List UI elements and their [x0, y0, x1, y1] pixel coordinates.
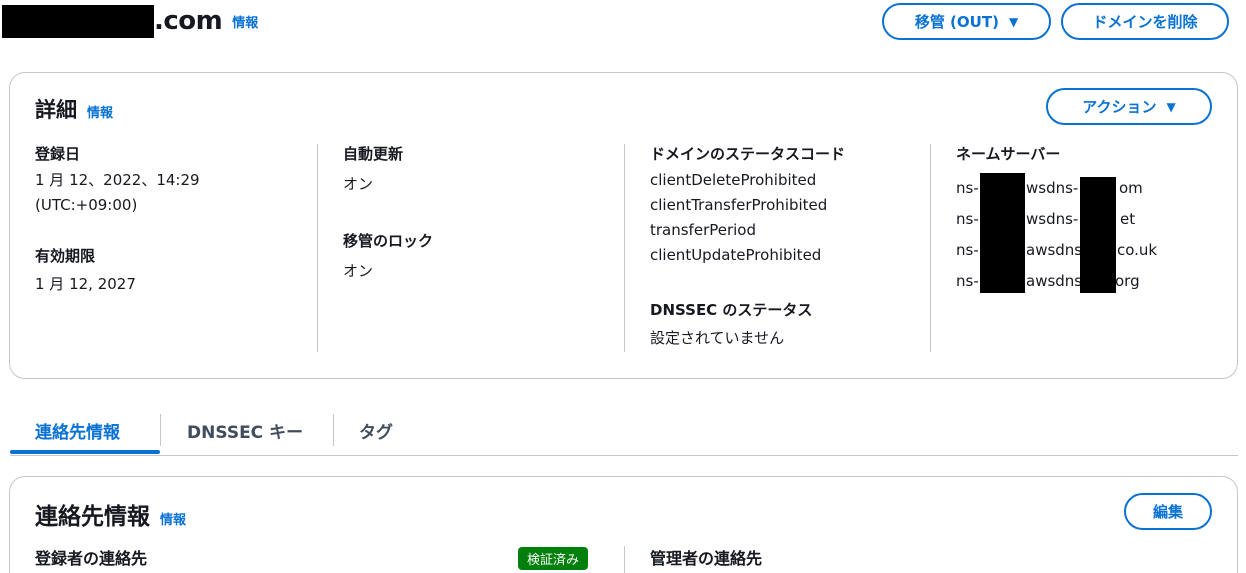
active-tab-indicator — [10, 450, 160, 454]
column-divider — [930, 144, 931, 352]
tab-contacts-label: 連絡先情報 — [35, 422, 120, 443]
name-servers-label: ネームサーバー — [956, 145, 1061, 163]
details-title-text: 詳細 — [35, 98, 77, 122]
auto-renew-label: 自動更新 — [343, 145, 404, 163]
contacts-info-link[interactable]: 情報 — [160, 509, 186, 528]
column-divider — [624, 144, 625, 352]
caret-down-icon: ▼ — [1166, 99, 1176, 114]
expires-on-value: 1 月 12, 2027 — [35, 275, 136, 293]
verified-badge: 検証済み — [518, 547, 589, 570]
caret-down-icon: ▼ — [1008, 14, 1019, 29]
transfer-lock-label: 移管のロック — [343, 232, 434, 250]
tab-bar: 連絡先情報 DNSSEC キー タグ — [10, 406, 1238, 456]
status-codes-label: ドメインのステータスコード — [650, 145, 846, 163]
renewal-column: 自動更新 オン 移管のロック オン — [343, 144, 433, 284]
edit-label: 編集 — [1152, 503, 1183, 521]
tab-divider — [333, 414, 334, 446]
transfer-lock-value: オン — [343, 262, 374, 280]
tab-tags-label: タグ — [359, 422, 393, 443]
expires-on-label: 有効期限 — [35, 247, 96, 265]
details-info-link[interactable]: 情報 — [87, 102, 113, 121]
contacts-title: 連絡先情報 情報 — [35, 497, 186, 531]
registered-on-timezone: (UTC:+09:00) — [35, 196, 138, 214]
status-code-item: transferPeriod — [650, 221, 757, 239]
registration-column: 登録日 1 月 12、2022、14:29 (UTC:+09:00) 有効期限 … — [35, 144, 200, 297]
tab-tags[interactable]: タグ — [359, 406, 393, 454]
column-divider — [624, 546, 625, 573]
edit-button[interactable]: 編集 — [1124, 493, 1212, 530]
transfer-out-label: 移管 (OUT) — [914, 13, 999, 31]
status-code-item: clientUpdateProhibited — [650, 246, 822, 264]
auto-renew-value: オン — [343, 175, 374, 193]
status-column: ドメインのステータスコード clientDeleteProhibited cli… — [650, 144, 845, 351]
delete-domain-label: ドメインを削除 — [1092, 13, 1198, 31]
tab-divider — [160, 414, 161, 446]
actions-button[interactable]: アクション ▼ — [1046, 88, 1212, 125]
registrant-contact-label: 登録者の連絡先 — [35, 549, 148, 568]
delete-domain-button[interactable]: ドメインを削除 — [1061, 3, 1229, 40]
transfer-out-button[interactable]: 移管 (OUT) ▼ — [882, 3, 1051, 40]
contacts-title-text: 連絡先情報 — [35, 504, 150, 530]
registered-on-label: 登録日 — [35, 145, 81, 163]
header-info-link[interactable]: 情報 — [232, 12, 258, 31]
dnssec-status-value: 設定されていません — [650, 329, 785, 347]
admin-contact-label: 管理者の連絡先 — [650, 549, 763, 568]
name-servers-column: ネームサーバー — [956, 144, 1060, 164]
status-code-item: clientDeleteProhibited — [650, 171, 817, 189]
registered-on-value: 1 月 12、2022、14:29 — [35, 171, 200, 189]
tab-contacts[interactable]: 連絡先情報 — [35, 406, 120, 454]
dnssec-status-label: DNSSEC のステータス — [650, 301, 813, 319]
domain-suffix: .com — [154, 6, 223, 36]
redacted-name-server-part — [1080, 177, 1116, 293]
redacted-name-server-part — [980, 173, 1025, 293]
column-divider — [317, 144, 318, 352]
actions-label: アクション — [1082, 98, 1157, 116]
tab-dnssec-keys[interactable]: DNSSEC キー — [187, 406, 303, 454]
status-code-item: clientTransferProhibited — [650, 196, 828, 214]
page-title: .com 情報 — [2, 4, 258, 38]
details-title: 詳細 情報 — [35, 94, 113, 124]
tab-dnssec-keys-label: DNSSEC キー — [187, 422, 304, 443]
